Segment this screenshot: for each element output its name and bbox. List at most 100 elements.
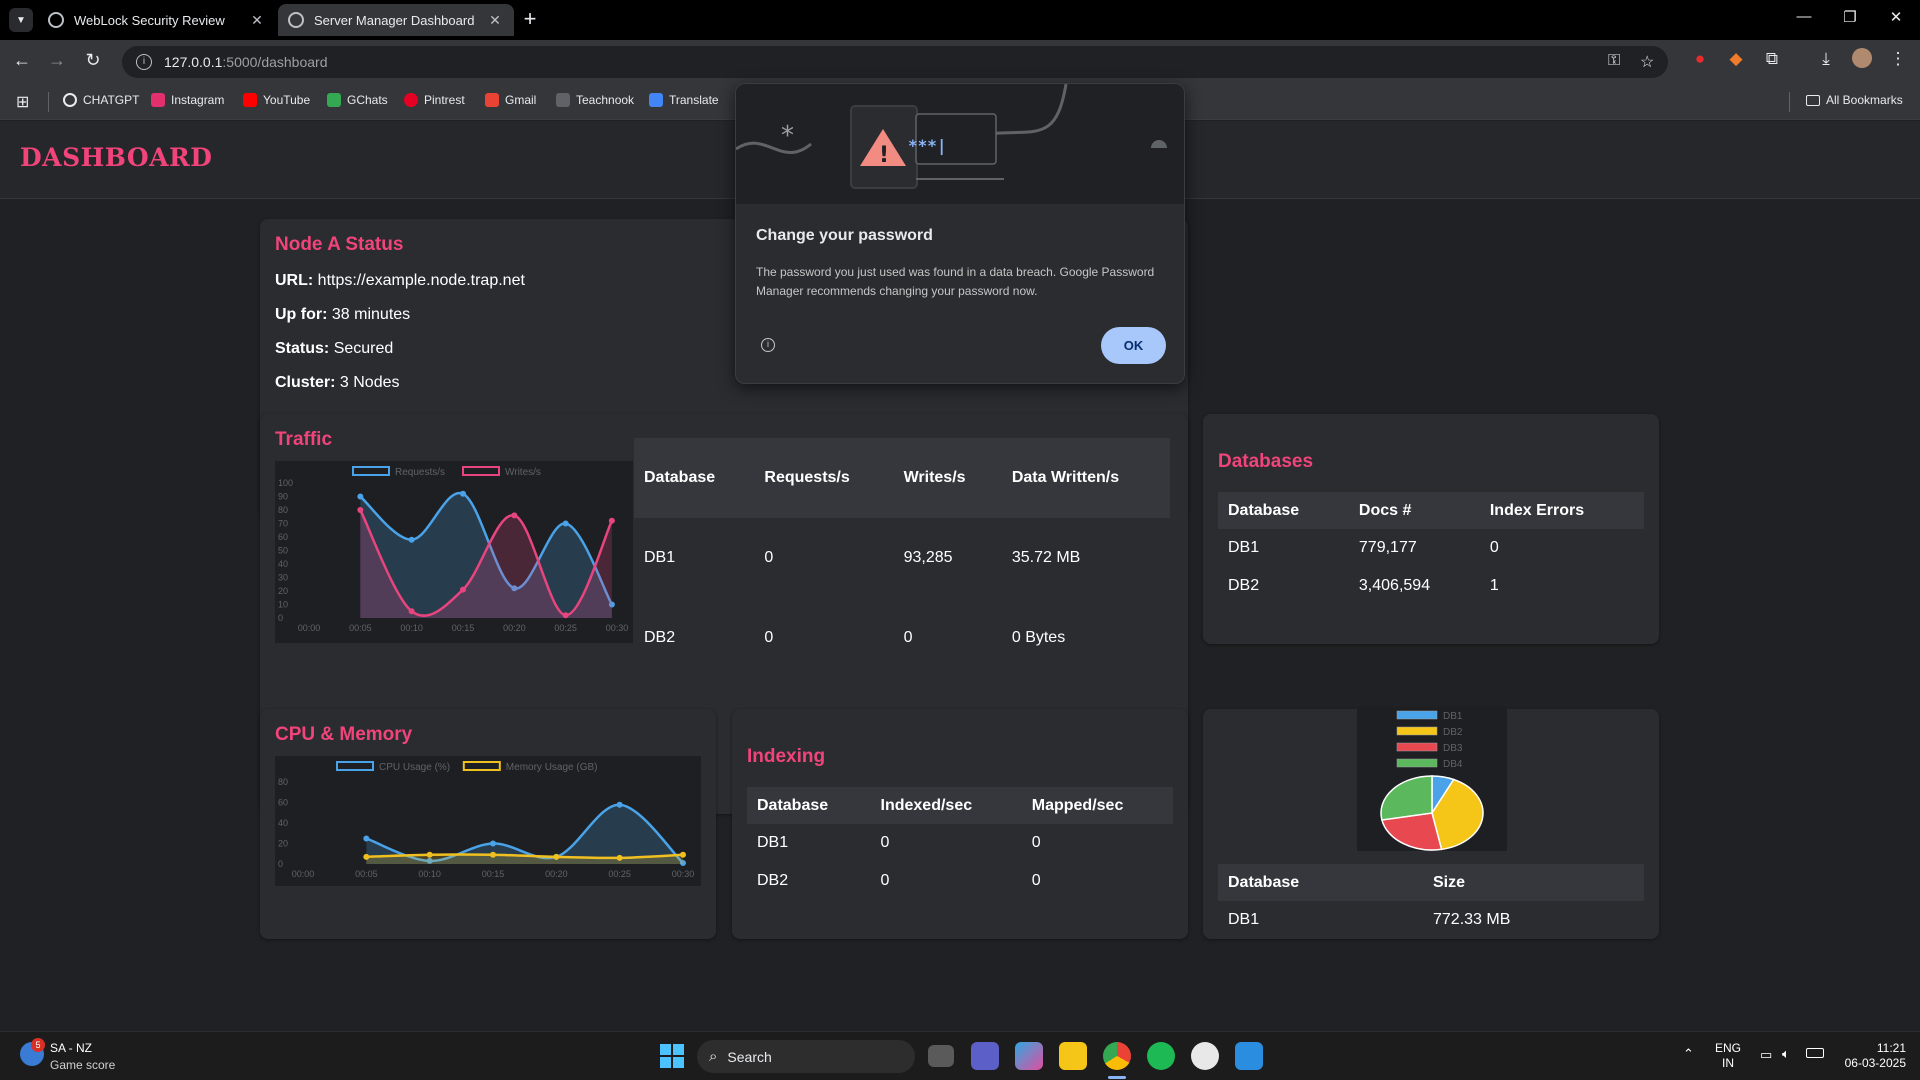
x-tick-label: 00:25 xyxy=(608,869,631,879)
status-label: Cluster: xyxy=(275,374,336,391)
extension-fox-icon[interactable]: ◆ xyxy=(1724,49,1748,69)
tab-search-button[interactable]: ▼ xyxy=(9,8,33,32)
taskbar-search[interactable]: ⌕ Search xyxy=(697,1040,915,1073)
bookmark-instagram[interactable]: Instagram xyxy=(151,93,224,107)
data-point xyxy=(616,801,623,808)
legend-swatch xyxy=(352,466,390,476)
bookmark-youtube[interactable]: YouTube xyxy=(243,93,310,107)
status-cluster: Cluster: 3 Nodes xyxy=(275,374,400,392)
data-point xyxy=(680,851,686,858)
data-point xyxy=(426,851,433,858)
tab-title: WebLock Security Review xyxy=(74,12,225,28)
vscode-icon[interactable] xyxy=(1235,1042,1263,1070)
legend-label: DB4 xyxy=(1443,759,1463,770)
data-point xyxy=(562,520,569,527)
tab-server-manager[interactable]: Server Manager Dashboard ✕ xyxy=(278,4,514,36)
clock[interactable]: 11:21 06-03-2025 xyxy=(1832,1041,1906,1071)
all-bookmarks-label: All Bookmarks xyxy=(1826,93,1903,107)
reload-icon[interactable]: ↻ xyxy=(81,50,105,71)
battery-icon[interactable] xyxy=(1806,1048,1824,1058)
youtube-icon xyxy=(243,93,257,107)
bookmarks-divider xyxy=(1789,92,1790,112)
data-point xyxy=(616,854,623,861)
windows-taskbar: 5 SA - NZ Game score ⌕ Search ⌃ ENG IN ▭… xyxy=(0,1031,1920,1080)
data-point xyxy=(553,853,560,860)
legend-label: CPU Usage (%) xyxy=(379,762,450,773)
bookmarks-divider xyxy=(48,92,49,112)
url-path: :5000/dashboard xyxy=(222,54,328,70)
widget-badge: 5 xyxy=(31,1038,45,1052)
network-icon[interactable]: ▭ xyxy=(1760,1047,1772,1063)
menu-icon[interactable]: ⋮ xyxy=(1886,49,1910,69)
close-window-icon[interactable]: ✕ xyxy=(1876,8,1916,26)
address-bar[interactable]: i 127.0.0.1:5000/dashboard ⚿ ☆ xyxy=(122,46,1668,78)
new-tab-icon[interactable]: + xyxy=(520,6,540,32)
status-state: Status: Secured xyxy=(275,340,393,358)
forward-icon[interactable]: → xyxy=(45,50,69,71)
app-leaf-icon[interactable] xyxy=(1191,1042,1219,1070)
table-cell: 772.33 MB xyxy=(1433,911,1511,928)
bookmark-gmail[interactable]: Gmail xyxy=(485,93,536,107)
storage-card: DB1 DB2 DB3 DB4 Database Size DB1 772.33 MB xyxy=(1203,709,1659,939)
table-cell: 1 xyxy=(1489,577,1499,594)
bookmark-translate[interactable]: Translate xyxy=(649,93,719,107)
bookmark-label: GChats xyxy=(347,93,388,107)
data-point xyxy=(562,612,569,619)
extensions-puzzle-icon[interactable]: ⧉ xyxy=(1760,49,1784,69)
tab-weblock[interactable]: WebLock Security Review ✕ xyxy=(38,4,276,36)
column-header: Docs # xyxy=(1348,492,1480,529)
table-cell: DB1 xyxy=(644,549,676,566)
all-bookmarks[interactable]: All Bookmarks xyxy=(1806,93,1903,107)
start-button[interactable] xyxy=(660,1044,684,1068)
file-explorer-icon[interactable] xyxy=(1059,1042,1087,1070)
y-tick-label: 90 xyxy=(278,492,288,502)
table-cell: DB2 xyxy=(644,629,676,646)
copilot-icon[interactable] xyxy=(1015,1042,1043,1070)
info-icon[interactable]: i xyxy=(761,338,775,352)
card-title: Indexing xyxy=(747,746,826,767)
restore-icon[interactable]: ❐ xyxy=(1830,8,1870,26)
bookmark-label: Translate xyxy=(669,93,719,107)
bookmark-pintrest[interactable]: Pintrest xyxy=(404,93,465,107)
back-icon[interactable]: ← xyxy=(10,50,34,71)
apps-grid-icon[interactable]: ⊞ xyxy=(16,92,29,112)
table-cell: 779,177 xyxy=(1358,539,1417,556)
chrome-icon[interactable] xyxy=(1103,1042,1131,1070)
teams-icon[interactable] xyxy=(971,1042,999,1070)
table-cell: DB1 xyxy=(757,834,789,851)
table-cell: 0 xyxy=(1489,539,1499,556)
traffic-chart: Requests/s Writes/s 0 10 20 30 40 50 60 70 80 90 100… xyxy=(275,461,633,643)
download-icon[interactable]: ⤓ xyxy=(1814,49,1838,69)
databases-table: Database Docs # Index Errors DB1 779,177… xyxy=(1218,492,1644,605)
close-icon[interactable]: ✕ xyxy=(248,12,266,29)
table-cell: 93,285 xyxy=(903,549,953,566)
data-point xyxy=(511,512,518,519)
star-icon[interactable]: ☆ xyxy=(1640,52,1654,72)
data-point xyxy=(363,835,370,842)
volume-icon[interactable]: 🔈︎ xyxy=(1782,1046,1790,1062)
spotify-icon[interactable] xyxy=(1147,1042,1175,1070)
table-cell: 0 Bytes xyxy=(1011,629,1066,646)
table-row: DB1 779,177 0 xyxy=(1218,529,1644,567)
close-icon[interactable]: ✕ xyxy=(486,12,504,29)
task-view-icon[interactable] xyxy=(928,1045,954,1067)
bookmark-teachnook[interactable]: Teachnook xyxy=(556,93,634,107)
legend-label: DB3 xyxy=(1443,743,1463,754)
ok-button[interactable]: OK xyxy=(1101,327,1166,364)
widget-title[interactable]: SA - NZ xyxy=(50,1041,92,1055)
language-indicator[interactable]: ENG IN xyxy=(1712,1041,1744,1071)
bookmark-chatgpt[interactable]: CHATGPT xyxy=(63,93,139,107)
info-icon[interactable]: i xyxy=(136,54,152,70)
minimize-icon[interactable]: — xyxy=(1784,8,1824,25)
key-icon[interactable]: ⚿ xyxy=(1608,52,1620,70)
avatar[interactable] xyxy=(1850,48,1874,73)
status-value: https://example.node.trap.net xyxy=(317,272,525,289)
table-cell: 35.72 MB xyxy=(1011,549,1081,566)
gchat-icon xyxy=(327,93,341,107)
active-app-indicator xyxy=(1108,1076,1126,1079)
chevron-up-icon[interactable]: ⌃ xyxy=(1683,1046,1694,1062)
bookmark-gchats[interactable]: GChats xyxy=(327,93,388,107)
column-header: Size xyxy=(1423,864,1644,901)
extension-red-icon[interactable]: ● xyxy=(1688,49,1712,69)
column-header: Indexed/sec xyxy=(870,787,1022,824)
